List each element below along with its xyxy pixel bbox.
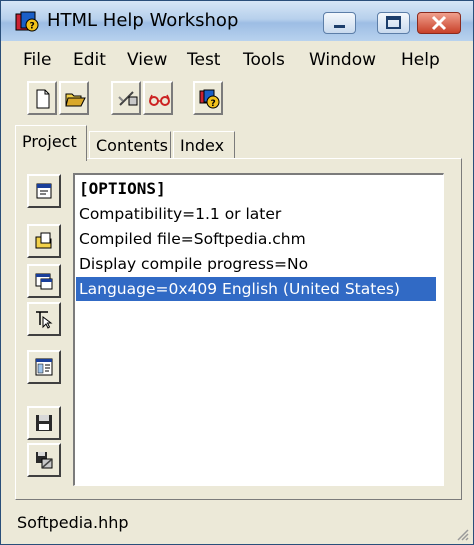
option-line-language-selected[interactable]: Language=0x409 English (United States) — [76, 277, 436, 301]
open-button[interactable] — [59, 81, 89, 115]
html-api-info-icon — [36, 311, 53, 329]
help-button[interactable]: ? — [193, 81, 223, 115]
title-bar[interactable]: ? HTML Help Workshop — [1, 1, 473, 41]
add-modify-window-button[interactable] — [27, 264, 61, 298]
menu-test[interactable]: Test — [187, 50, 220, 70]
html-api-information-button[interactable] — [27, 302, 61, 336]
svg-text:?: ? — [30, 22, 35, 32]
menu-help[interactable]: Help — [401, 50, 440, 70]
view-html-source-button[interactable] — [27, 350, 61, 384]
html-help-workshop-icon: ? — [15, 11, 39, 33]
save-project-button[interactable] — [27, 406, 61, 440]
view-glasses-icon — [149, 94, 170, 106]
compile-icon — [118, 91, 138, 106]
new-button[interactable] — [27, 81, 57, 115]
close-button[interactable] — [417, 12, 461, 34]
tab-contents[interactable]: Contents — [89, 131, 171, 159]
menu-file[interactable]: File — [23, 50, 51, 70]
tab-index[interactable]: Index — [173, 131, 235, 159]
project-options-listbox[interactable]: [OPTIONS] Compatibility=1.1 or later Com… — [73, 173, 444, 486]
maximize-button[interactable] — [377, 12, 410, 34]
help-icon: ? — [199, 89, 220, 109]
resize-grip-icon[interactable] — [455, 526, 469, 541]
option-line-compatibility[interactable]: Compatibility=1.1 or later — [79, 205, 281, 223]
svg-text:?: ? — [211, 99, 216, 109]
save-all-and-compile-button[interactable] — [27, 443, 61, 477]
change-options-icon — [36, 183, 52, 199]
view-html-source-icon — [35, 358, 53, 376]
save-project-icon — [36, 415, 52, 431]
window-title: HTML Help Workshop — [47, 10, 239, 31]
menu-view[interactable]: View — [127, 50, 167, 70]
save-compile-icon — [36, 452, 53, 469]
option-line-compile-progress[interactable]: Display compile progress=No — [79, 255, 308, 273]
menu-tools[interactable]: Tools — [243, 50, 285, 70]
compile-button[interactable] — [111, 81, 141, 115]
option-line-compiled-file[interactable]: Compiled file=Softpedia.chm — [79, 230, 306, 248]
options-section-header[interactable]: [OPTIONS] — [79, 179, 166, 198]
tab-project[interactable]: Project — [15, 125, 87, 161]
add-remove-topic-files-icon — [35, 232, 52, 249]
status-bar: Softpedia.hhp — [1, 509, 473, 544]
add-modify-window-icon — [35, 273, 53, 290]
menu-edit[interactable]: Edit — [73, 50, 106, 70]
add-remove-topic-files-button[interactable] — [27, 224, 61, 258]
status-file-name: Softpedia.hhp — [17, 513, 129, 532]
menu-window[interactable]: Window — [309, 50, 376, 70]
main-window: ? HTML Help Workshop File Edit View Test… — [0, 0, 474, 545]
open-folder-icon — [65, 93, 86, 107]
view-compiled-file-button[interactable] — [143, 81, 173, 115]
menu-bar: File Edit View Test Tools Window Help — [1, 45, 473, 75]
minimize-button[interactable] — [323, 12, 356, 34]
new-file-icon — [36, 89, 50, 109]
change-project-options-button[interactable] — [27, 174, 61, 208]
